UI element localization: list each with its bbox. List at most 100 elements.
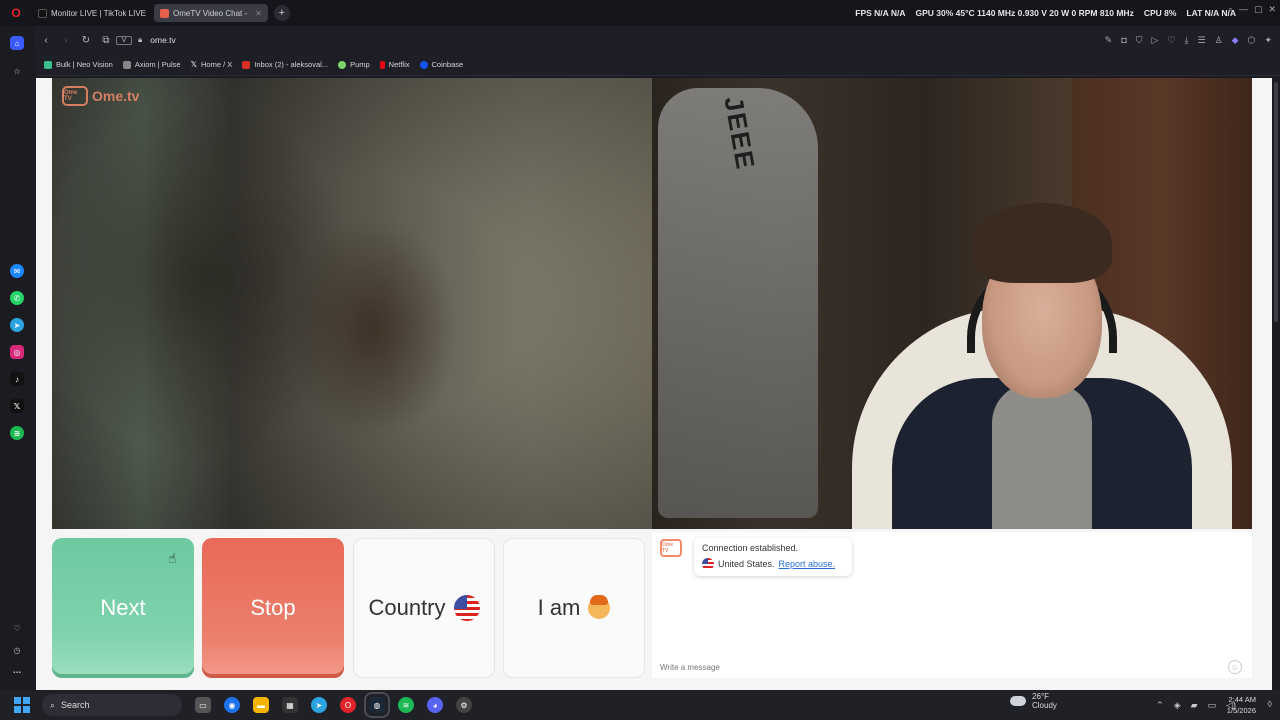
- bookmark-item[interactable]: 𝕏 Home / X: [191, 60, 233, 69]
- stop-label: Stop: [250, 595, 296, 620]
- boy-emoji-icon: [588, 595, 611, 619]
- edit-icon[interactable]: ✎: [1105, 35, 1113, 46]
- country-label: Country: [368, 595, 446, 620]
- new-tab-button[interactable]: +: [273, 5, 290, 21]
- back-icon[interactable]: ‹: [36, 35, 56, 46]
- tiktok-icon: [38, 8, 47, 18]
- gpu-stat: GPU 30% 45°C 1140 MHz 0.930 V 20 W 0 RPM…: [915, 8, 1134, 18]
- file-explorer-icon[interactable]: ▬: [253, 697, 269, 713]
- tv-icon: Ome TV: [62, 86, 88, 106]
- notification-icon[interactable]: ◊: [1268, 699, 1272, 709]
- tab-label: OmeTV Video Chat -: [173, 8, 248, 18]
- chevron-up-icon[interactable]: ⌃: [1156, 700, 1164, 711]
- message-input[interactable]: [660, 660, 1220, 674]
- tiktok-icon[interactable]: ♪: [10, 372, 24, 386]
- shield-icon[interactable]: ⛉: [1136, 35, 1143, 46]
- shirt: [992, 383, 1092, 529]
- emoji-icon[interactable]: ☺: [1228, 660, 1242, 674]
- opera-logo-icon[interactable]: O: [0, 0, 32, 26]
- address-actions: ✎ ◘ ⛉ ▷ ♡ ⤓ ☰ ♙ ◆ ⬡ ✦: [1105, 26, 1272, 54]
- menu-icon[interactable]: ☰: [1198, 35, 1206, 46]
- spotify-icon[interactable]: ≋: [398, 697, 414, 713]
- performance-overlay: FPS N/A N/A GPU 30% 45°C 1140 MHz 0.930 …: [855, 0, 1236, 26]
- bookmark-item[interactable]: Bulk | Neo Vision: [44, 60, 113, 69]
- windows-start-icon[interactable]: [14, 697, 30, 713]
- whatsapp-icon[interactable]: ✆: [10, 291, 24, 305]
- bookmark-item[interactable]: Coinbase: [419, 60, 463, 69]
- tab-tiktok[interactable]: Monitor LIVE | TikTok LIVE: [32, 4, 152, 22]
- ometv-icon: [160, 8, 170, 18]
- bookmark-item[interactable]: Inbox (2) - aleksoval...: [242, 60, 328, 69]
- snapshot-icon[interactable]: ⧉: [96, 35, 116, 46]
- bookmark-label: Axiom | Pulse: [134, 60, 181, 69]
- taskbar-clock[interactable]: 2:44 AM 1/5/2026: [1227, 694, 1256, 716]
- report-abuse-link[interactable]: Report abuse.: [779, 559, 836, 569]
- settings-app-icon[interactable]: ⚙: [456, 697, 472, 713]
- gmail-icon: [242, 60, 251, 69]
- telegram-icon[interactable]: ➤: [10, 318, 24, 332]
- system-tray: ⌃ ◈ ▰ ▭ ◁): [1156, 690, 1236, 720]
- bookmarks-bar: Bulk | Neo Vision Axiom | Pulse 𝕏 Home / …: [36, 54, 1280, 76]
- bookmark-item[interactable]: Pump: [338, 60, 370, 69]
- app-icon[interactable]: ▦: [282, 697, 298, 713]
- telegram-icon[interactable]: ➤: [311, 697, 327, 713]
- history-icon[interactable]: ◷: [10, 643, 24, 657]
- weather-desc: Cloudy: [1032, 701, 1057, 710]
- task-view-icon[interactable]: ▭: [195, 697, 211, 713]
- forward-icon[interactable]: ›: [56, 35, 76, 46]
- instagram-icon[interactable]: ◎: [10, 345, 24, 359]
- vpn-badge[interactable]: V: [116, 35, 132, 45]
- maximize-icon[interactable]: ▢: [1254, 4, 1263, 15]
- network-app-icon[interactable]: ◈: [1174, 700, 1181, 711]
- camera-icon[interactable]: ◘: [1121, 35, 1126, 45]
- chat-panel: Ome TV Connection established. United St…: [652, 532, 1252, 678]
- play-icon[interactable]: ▷: [1152, 35, 1159, 46]
- minimize-icon[interactable]: —: [1239, 4, 1248, 15]
- bookmark-label: Netflix: [388, 60, 410, 69]
- steam-icon[interactable]: ◍: [364, 692, 390, 718]
- search-tabs-icon[interactable]: ⌕: [1228, 4, 1233, 15]
- extensions-icon[interactable]: ⬡: [1248, 35, 1256, 46]
- tab-ometv[interactable]: OmeTV Video Chat - ✕: [154, 4, 268, 22]
- aria-icon[interactable]: ◆: [1232, 35, 1239, 46]
- page-scrollbar[interactable]: [1272, 78, 1280, 690]
- hair: [972, 203, 1112, 283]
- speed-dial-icon[interactable]: ☆: [10, 64, 24, 78]
- remote-video: Ome TV Ome.tv: [52, 78, 652, 529]
- taskbar-search[interactable]: ⌕ Search: [42, 694, 182, 716]
- date: 1/5/2026: [1226, 706, 1256, 715]
- download-icon[interactable]: ⤓: [1185, 35, 1189, 46]
- x-icon[interactable]: 𝕏: [10, 399, 24, 413]
- chrome-icon[interactable]: ◉: [224, 697, 240, 713]
- coinbase-icon: [419, 60, 428, 69]
- heart-icon[interactable]: ♡: [1167, 35, 1175, 46]
- home-icon[interactable]: ⌂: [10, 36, 24, 50]
- opera-icon[interactable]: O: [340, 697, 356, 713]
- more-icon[interactable]: ⋯: [10, 665, 24, 679]
- nvidia-icon[interactable]: ▰: [1191, 700, 1198, 711]
- weather-temp: 26°F: [1032, 692, 1049, 701]
- close-window-icon[interactable]: ✕: [1268, 4, 1276, 15]
- discord-icon[interactable]: ◕: [427, 697, 443, 713]
- spotify-icon[interactable]: ≋: [10, 426, 24, 440]
- axiom-icon: [122, 60, 131, 69]
- connection-status: Connection established.: [702, 543, 799, 553]
- favorites-icon[interactable]: ♡: [10, 621, 24, 635]
- display-icon[interactable]: ▭: [1208, 700, 1217, 711]
- bookmark-item[interactable]: Axiom | Pulse: [122, 60, 181, 69]
- stop-button[interactable]: Stop: [202, 538, 344, 678]
- country-button[interactable]: Country: [353, 538, 495, 678]
- cloud-icon: [1010, 696, 1026, 706]
- gender-button[interactable]: I am: [503, 538, 645, 678]
- messenger-icon[interactable]: ✉: [10, 264, 24, 278]
- weather-widget[interactable]: 26°F Cloudy: [1010, 692, 1057, 710]
- url-field[interactable]: 🔒︎ ome.tv: [138, 35, 176, 45]
- reload-icon[interactable]: ↻: [76, 35, 96, 46]
- search-label: Search: [61, 700, 90, 710]
- close-tab-icon[interactable]: ✕: [255, 9, 262, 18]
- profile-icon[interactable]: ♙: [1215, 35, 1223, 46]
- window-controls: ⌕ — ▢ ✕: [1228, 4, 1276, 15]
- ometv-logo[interactable]: Ome TV Ome.tv: [62, 86, 139, 106]
- ai-icon[interactable]: ✦: [1264, 35, 1272, 46]
- bookmark-item[interactable]: Netflix: [379, 60, 410, 69]
